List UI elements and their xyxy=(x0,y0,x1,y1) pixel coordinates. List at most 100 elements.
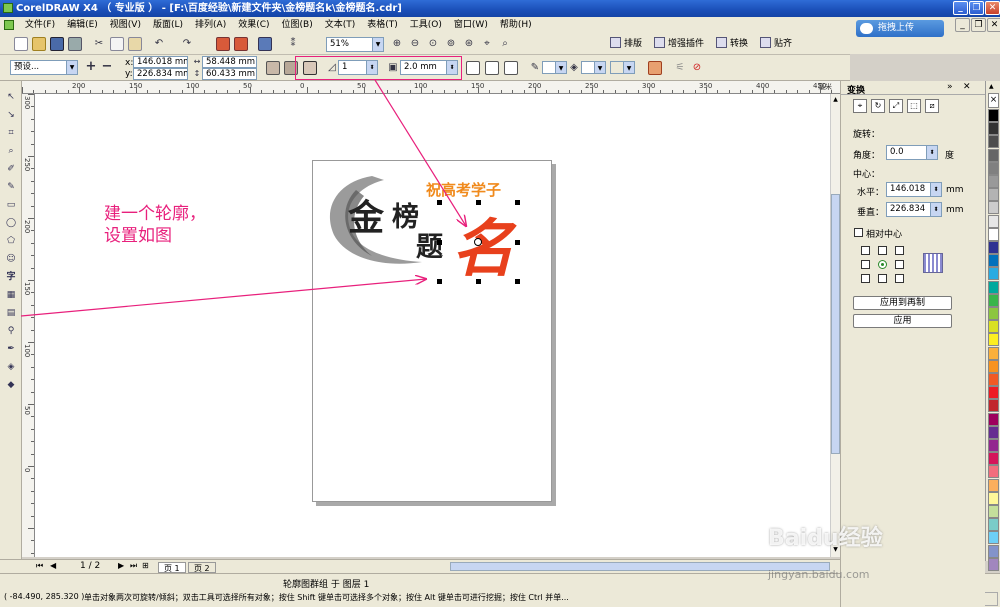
freehand-tool-icon[interactable]: ✐ xyxy=(4,163,18,176)
fill-tool-icon[interactable]: ◈ xyxy=(4,361,18,374)
acceleration-icon[interactable]: ⚟ xyxy=(673,61,687,75)
color-swatch[interactable] xyxy=(988,452,999,466)
paste-icon[interactable] xyxy=(128,37,142,51)
rectangle-tool-icon[interactable]: ▭ xyxy=(4,199,18,212)
print-icon[interactable] xyxy=(68,37,82,51)
color-swatch[interactable] xyxy=(988,227,999,241)
color-swatch[interactable] xyxy=(988,293,999,307)
menu-item[interactable]: 位图(B) xyxy=(276,17,319,34)
export-icon[interactable] xyxy=(234,37,248,51)
vertical-scrollbar[interactable]: ▲ ▼ xyxy=(830,94,840,557)
upload-button[interactable]: 拖拽上传 xyxy=(856,20,944,37)
color-swatch[interactable] xyxy=(988,359,999,373)
shape-tool-icon[interactable]: ↘ xyxy=(4,109,18,122)
outline-tool-icon[interactable]: ✒ xyxy=(4,343,18,356)
menu-item[interactable]: 效果(C) xyxy=(232,17,275,34)
selection-handle[interactable] xyxy=(437,279,442,284)
color-swatch[interactable] xyxy=(988,425,999,439)
scale-transform-icon[interactable]: ⤢ xyxy=(889,99,903,113)
cut-icon[interactable]: ✂ xyxy=(92,37,106,51)
color-swatch[interactable] xyxy=(988,465,999,479)
clear-contour-icon[interactable]: ⊘ xyxy=(690,61,704,75)
size-transform-icon[interactable]: ⬚ xyxy=(907,99,921,113)
color-swatch[interactable] xyxy=(988,531,999,545)
table-tool-icon[interactable]: ▦ xyxy=(4,289,18,302)
zoom-height-icon[interactable]: ⌕ xyxy=(498,37,512,51)
smart-fill-tool-icon[interactable]: ✎ xyxy=(4,181,18,194)
first-page-icon[interactable]: ⏮ xyxy=(36,561,43,571)
next-page-icon[interactable]: ▶ xyxy=(118,561,124,570)
horizontal-center-field[interactable]: 146.018 ⬍ xyxy=(886,182,942,197)
selection-handle[interactable] xyxy=(437,240,442,245)
no-color-swatch[interactable]: ⨯ xyxy=(988,93,999,108)
interactive-fill-tool-icon[interactable]: ◆ xyxy=(4,379,18,392)
selection-handle[interactable] xyxy=(515,240,520,245)
text-tool-icon[interactable]: 字 xyxy=(4,271,18,284)
anchor-point-checkbox[interactable] xyxy=(861,246,870,255)
copy-icon[interactable] xyxy=(110,37,124,51)
color-swatch[interactable] xyxy=(988,412,999,426)
color-swatch[interactable] xyxy=(988,175,999,188)
close-button[interactable]: ✕ xyxy=(985,1,1000,15)
redo-icon[interactable]: ↷ xyxy=(180,37,194,51)
end-fill-select[interactable]: ▼ xyxy=(610,61,635,74)
doc-close-button[interactable]: ✕ xyxy=(987,18,1000,32)
menu-item[interactable]: 版面(L) xyxy=(147,17,189,34)
selection-handle[interactable] xyxy=(437,200,442,205)
menu-item[interactable]: 视图(V) xyxy=(104,17,147,34)
color-swatch[interactable] xyxy=(988,148,999,162)
addin-button[interactable]: 排版 xyxy=(610,37,642,51)
remove-preset-icon[interactable]: − xyxy=(100,60,114,74)
color-swatch[interactable] xyxy=(988,557,999,571)
menu-item[interactable]: 文本(T) xyxy=(319,17,362,34)
color-swatch[interactable] xyxy=(988,399,999,413)
scroll-thumb[interactable] xyxy=(831,194,840,454)
color-swatch[interactable] xyxy=(988,161,999,175)
color-swatch[interactable] xyxy=(988,320,999,334)
color-swatch[interactable] xyxy=(988,333,999,347)
color-swatch[interactable] xyxy=(988,518,999,532)
to-center-icon[interactable] xyxy=(266,61,280,75)
clockwise-color-icon[interactable] xyxy=(485,61,499,75)
ellipse-tool-icon[interactable]: ◯ xyxy=(4,217,18,230)
anchor-point-checkbox[interactable] xyxy=(878,246,887,255)
color-swatch[interactable] xyxy=(988,544,999,558)
angle-field[interactable]: 0.0 ⬍ xyxy=(886,145,938,160)
doc-minimize-button[interactable]: _ xyxy=(955,18,970,32)
selection-handle[interactable] xyxy=(515,279,520,284)
menu-item[interactable]: 编辑(E) xyxy=(61,17,104,34)
color-swatch[interactable] xyxy=(988,254,999,268)
polygon-tool-icon[interactable]: ⬠ xyxy=(4,235,18,248)
zoom-in-icon[interactable]: ⊕ xyxy=(390,37,404,51)
color-swatch[interactable] xyxy=(988,241,999,254)
addin-button[interactable]: 转换 xyxy=(716,37,748,51)
menu-item[interactable]: 排列(A) xyxy=(189,17,232,34)
color-swatch[interactable] xyxy=(988,214,999,228)
import-icon[interactable] xyxy=(216,37,230,51)
menu-item[interactable]: 帮助(H) xyxy=(494,17,538,34)
restore-button[interactable]: ❐ xyxy=(969,1,984,15)
anchor-point-checkbox[interactable] xyxy=(895,274,904,283)
color-swatch[interactable] xyxy=(988,280,999,294)
add-preset-icon[interactable]: + xyxy=(84,60,98,74)
contour-tool-icon[interactable]: ▤ xyxy=(4,307,18,320)
outline-color-select[interactable]: ▼ xyxy=(542,61,567,74)
zoom-all-icon[interactable]: ⊚ xyxy=(444,37,458,51)
anchor-point-checkbox[interactable] xyxy=(895,260,904,269)
vertical-center-field[interactable]: 226.834 ⬍ xyxy=(886,202,942,217)
menu-item[interactable]: 工具(O) xyxy=(404,17,448,34)
selection-handle[interactable] xyxy=(476,200,481,205)
anchor-point-checkbox[interactable] xyxy=(861,260,870,269)
tab-page-2[interactable]: 页 2 xyxy=(188,562,216,573)
color-swatch[interactable] xyxy=(988,135,999,149)
pick-tool-icon[interactable]: ↖ xyxy=(4,91,18,104)
menu-item[interactable]: 表格(T) xyxy=(361,17,404,34)
color-swatch[interactable] xyxy=(988,505,999,518)
palette-scroll-up-icon[interactable]: ▲ xyxy=(989,83,994,90)
design-artwork[interactable]: 金 榜 题 祝高考学子 名 xyxy=(312,160,556,510)
position-transform-icon[interactable]: ⌖ xyxy=(853,99,867,113)
color-swatch[interactable] xyxy=(988,491,999,505)
counterclockwise-color-icon[interactable] xyxy=(504,61,518,75)
anchor-point-checkbox[interactable] xyxy=(878,274,887,283)
color-swatch[interactable] xyxy=(988,373,999,386)
